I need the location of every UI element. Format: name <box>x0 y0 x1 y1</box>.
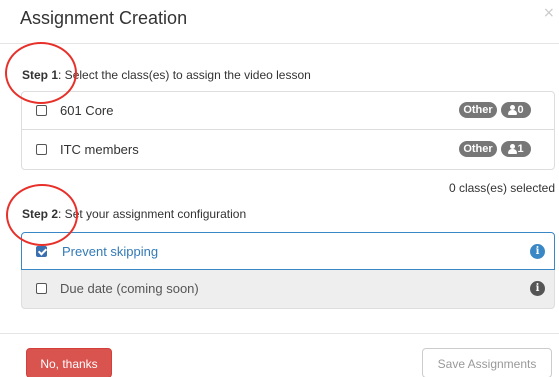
member-count-badge: 1 <box>501 141 531 157</box>
member-count: 1 <box>517 143 524 155</box>
class-type-badge: Other <box>459 141 497 157</box>
save-assignments-button[interactable]: Save Assignments <box>422 348 552 377</box>
dialog-title: Assignment Creation <box>20 8 188 28</box>
step1-highlight-circle <box>5 42 77 104</box>
option-label: Prevent skipping <box>62 244 159 259</box>
step2-text: : Set your assignment configuration <box>58 207 247 221</box>
prevent-skipping-option[interactable]: Prevent skipping i <box>21 232 555 270</box>
close-icon[interactable]: × <box>543 5 555 21</box>
info-icon[interactable]: i <box>530 281 545 296</box>
step1-text: : Select the class(es) to assign the vid… <box>58 68 311 82</box>
due-date-option: Due date (coming soon) i <box>21 270 555 309</box>
user-icon <box>508 102 518 118</box>
class-row[interactable]: 601 Core Other 0 <box>22 92 554 130</box>
footer-divider <box>0 333 559 334</box>
dialog-header: Assignment Creation × <box>0 0 559 44</box>
option-label: Due date (coming soon) <box>60 281 199 296</box>
selected-count-text: 0 class(es) selected <box>448 181 555 195</box>
class-checkbox[interactable] <box>36 105 47 116</box>
member-count: 0 <box>517 104 524 116</box>
member-count-badge: 0 <box>501 102 531 118</box>
class-name: ITC members <box>60 142 139 157</box>
class-type-badge: Other <box>459 102 497 118</box>
class-row[interactable]: ITC members Other 1 <box>22 131 554 169</box>
config-list: Prevent skipping i Due date (coming soon… <box>21 232 555 310</box>
info-icon[interactable]: i <box>530 244 545 259</box>
class-list: 601 Core Other 0 ITC members Other 1 <box>21 91 555 170</box>
class-name: 601 Core <box>60 103 114 118</box>
step2-highlight-circle <box>6 184 78 246</box>
no-thanks-button[interactable]: No, thanks <box>26 348 112 377</box>
prevent-skipping-checkbox[interactable] <box>36 246 47 257</box>
class-checkbox[interactable] <box>36 144 47 155</box>
due-date-checkbox <box>36 283 47 294</box>
user-icon <box>508 141 518 157</box>
